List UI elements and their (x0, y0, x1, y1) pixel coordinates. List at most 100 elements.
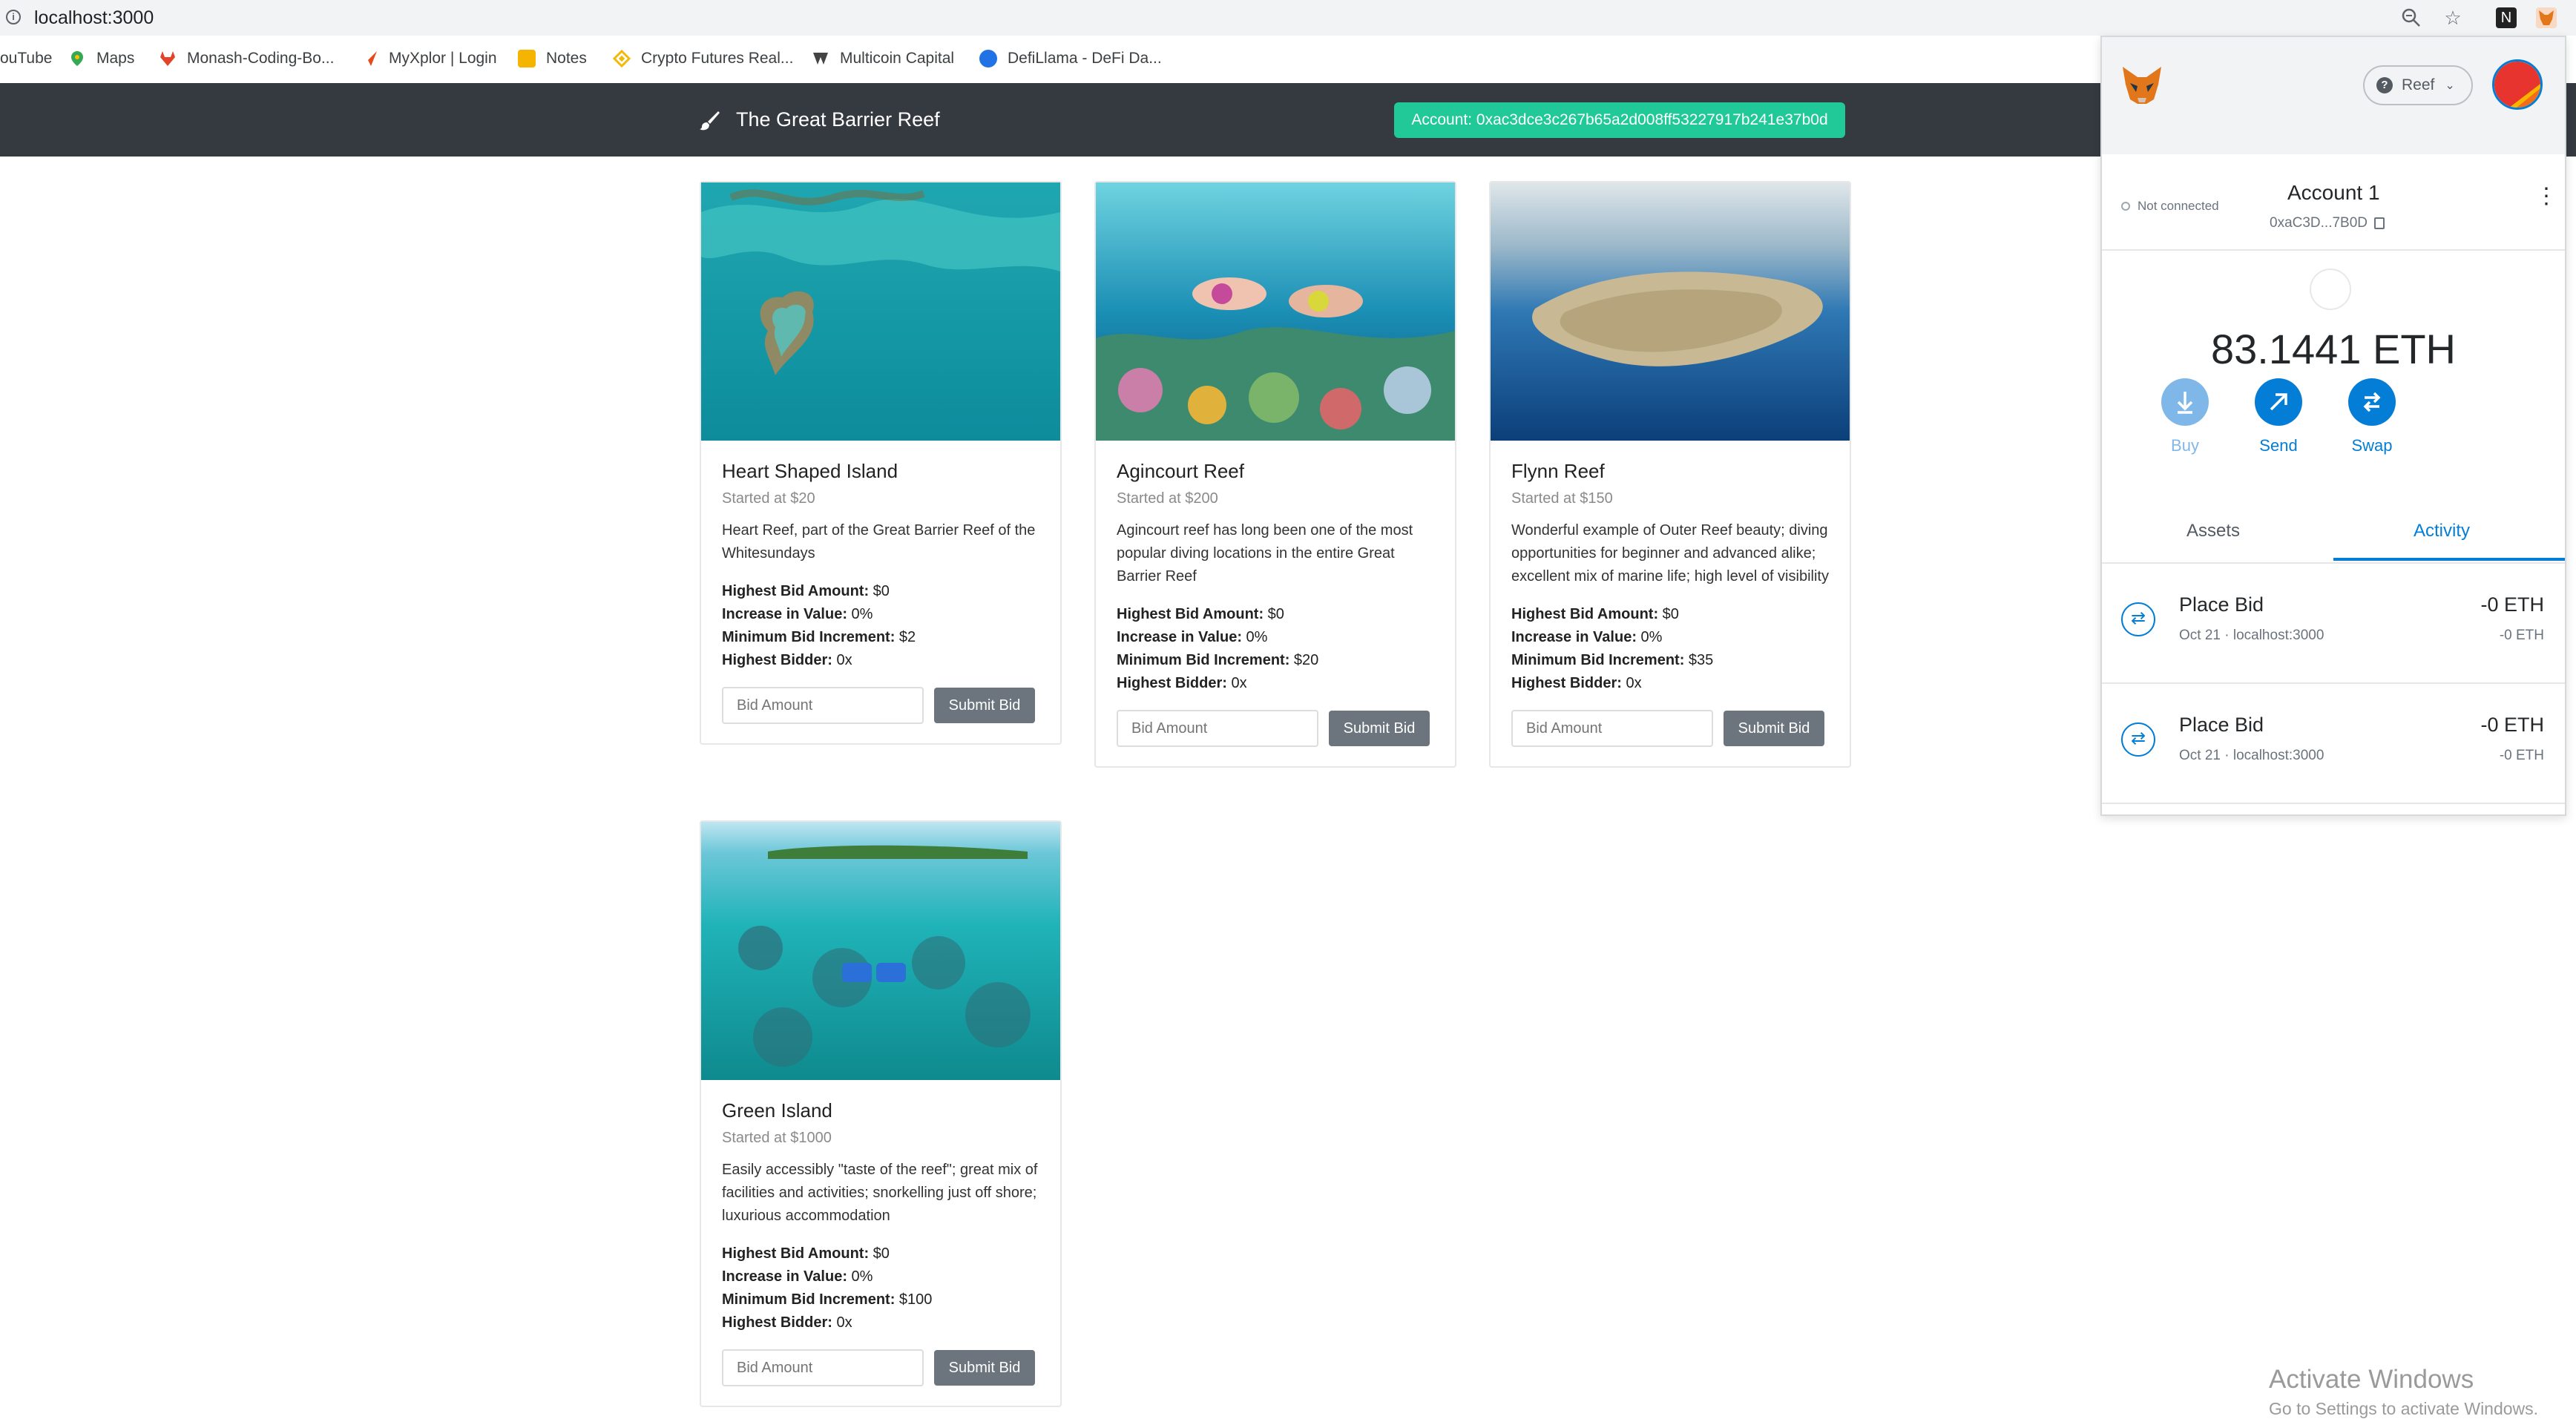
submit-bid-button[interactable]: Submit Bid (1329, 711, 1430, 746)
card-title: Heart Shaped Island (722, 460, 898, 482)
kebab-menu-icon[interactable]: ⋮ (2535, 185, 2557, 208)
address-bar[interactable]: i localhost:3000 ☆ N (0, 0, 2576, 36)
buy-button[interactable]: Buy (2148, 378, 2222, 455)
stat-value: 0x (1621, 675, 1642, 691)
increase-in-value: Increase in Value: 0% (1117, 626, 1434, 649)
token-icon (2310, 269, 2351, 310)
connection-status[interactable]: Not connected (2121, 199, 2219, 214)
stat-label: Minimum Bid Increment: (1511, 652, 1685, 668)
stat-label: Highest Bid Amount: (722, 583, 870, 599)
card-start-price: Started at $200 (1117, 490, 1218, 507)
stat-label: Highest Bid Amount: (1511, 606, 1659, 622)
bookmark-label: DefiLlama - DeFi Da... (1008, 50, 1162, 67)
stat-value: 0% (1636, 629, 1663, 645)
bookmark-maps[interactable]: Maps (68, 47, 134, 70)
card-start-price: Started at $150 (1511, 490, 1613, 507)
network-name: Reef (2402, 76, 2435, 93)
stat-label: Increase in Value: (1117, 629, 1242, 645)
highest-bid-amount: Highest Bid Amount: $0 (1511, 603, 1829, 626)
highest-bid-amount: Highest Bid Amount: $0 (722, 580, 1039, 603)
swap-icon (2348, 378, 2396, 426)
brand[interactable]: The Great Barrier Reef (699, 108, 940, 131)
notes-icon (518, 50, 536, 68)
stat-label: Minimum Bid Increment: (1117, 652, 1290, 668)
metamask-header: ? Reef ⌄ (2102, 37, 2565, 154)
bid-amount-input[interactable] (722, 687, 924, 724)
maps-icon (68, 50, 86, 68)
swap-button[interactable]: Swap (2335, 378, 2409, 455)
stat-value: 0% (847, 1268, 873, 1285)
account-address[interactable]: 0xaC3D...7B0D (2270, 215, 2385, 231)
transaction-item[interactable]: ⇄ Place Bid Oct 21 · localhost:3000 -0 E… (2102, 564, 2565, 684)
transaction-title: Place Bid (2179, 593, 2264, 616)
card-start-price: Started at $20 (722, 490, 815, 507)
bookmark-crypto-futures[interactable]: Crypto Futures Real... (612, 47, 793, 70)
bookmark-myxplor[interactable]: MyXplor | Login (361, 47, 497, 70)
network-selector[interactable]: ? Reef ⌄ (2363, 65, 2473, 105)
stat-label: Minimum Bid Increment: (722, 629, 896, 645)
bookmark-label: Multicoin Capital (840, 50, 955, 67)
stat-value: $2 (895, 629, 916, 645)
activate-windows-hint: Go to Settings to activate Windows. (2269, 1399, 2539, 1418)
stat-label: Increase in Value: (1511, 629, 1637, 645)
bookmark-label: Monash-Coding-Bo... (187, 50, 335, 67)
metamask-extension-icon[interactable] (2536, 7, 2557, 28)
card-title: Green Island (722, 1099, 832, 1122)
metamask-popup: ? Reef ⌄ Not connected Account 1 0xaC3D.… (2100, 36, 2566, 816)
transaction-item[interactable]: ⇄ Place Bid Oct 21 · localhost:3000 -0 E… (2102, 684, 2565, 804)
transaction-amount: -0 ETH (2480, 714, 2544, 736)
card-description: Agincourt reef has long been one of the … (1117, 522, 1413, 585)
reef-card: Flynn Reef Started at $150 Wonderful exa… (1489, 181, 1851, 768)
stat-value: $0 (869, 1245, 890, 1262)
account-avatar[interactable] (2492, 59, 2543, 110)
metamask-tabs: Assets Activity (2102, 503, 2565, 564)
card-description: Heart Reef, part of the Great Barrier Re… (722, 522, 1036, 562)
bookmark-label: ouTube (0, 50, 53, 67)
star-icon[interactable]: ☆ (2442, 7, 2463, 28)
send-button[interactable]: Send (2241, 378, 2316, 455)
reef-card: Heart Shaped Island Started at $20 Heart… (700, 181, 1062, 745)
swap-label: Swap (2351, 436, 2393, 455)
transaction-subtitle: Oct 21 · localhost:3000 (2179, 628, 2324, 643)
submit-bid-button[interactable]: Submit Bid (934, 1350, 1035, 1386)
account-badge: Account: 0xac3dce3c267b65a2d008ff5322791… (1394, 102, 1845, 138)
account-address-text: 0xaC3D...7B0D (2270, 215, 2368, 231)
stat-label: Highest Bidder: (1117, 675, 1227, 691)
bookmark-youtube[interactable]: ouTube (0, 47, 52, 70)
stat-value: $100 (895, 1291, 933, 1308)
stat-label: Increase in Value: (722, 1268, 847, 1285)
stat-value: 0x (1226, 675, 1247, 691)
tab-assets[interactable]: Assets (2186, 521, 2240, 541)
highest-bidder: Highest Bidder: 0x (722, 1311, 1039, 1334)
bookmark-notes[interactable]: Notes (518, 47, 587, 70)
bid-amount-input[interactable] (1511, 710, 1713, 747)
send-label: Send (2259, 436, 2298, 455)
bookmark-defillama[interactable]: DefiLlama - DeFi Da... (979, 47, 1162, 70)
reef-card: Green Island Started at $1000 Easily acc… (700, 820, 1062, 1407)
connection-status-label: Not connected (2138, 199, 2219, 213)
notion-extension-icon[interactable]: N (2496, 7, 2517, 28)
bookmark-label: Notes (546, 50, 587, 67)
url-text[interactable]: localhost:3000 (34, 7, 154, 29)
stat-value: $0 (1264, 606, 1284, 622)
submit-bid-button[interactable]: Submit Bid (1724, 711, 1824, 746)
binance-icon (612, 49, 631, 68)
submit-bid-button[interactable]: Submit Bid (934, 688, 1035, 723)
bookmark-monash[interactable]: Monash-Coding-Bo... (159, 47, 334, 70)
minimum-bid-increment: Minimum Bid Increment: $100 (722, 1288, 1039, 1311)
copy-icon[interactable] (2374, 217, 2385, 229)
transaction-amount: -0 ETH (2480, 593, 2544, 616)
stat-label: Increase in Value: (722, 606, 847, 622)
bid-amount-input[interactable] (1117, 710, 1318, 747)
bookmark-multicoin[interactable]: Multicoin Capital (812, 47, 954, 70)
status-dot-icon (2121, 202, 2130, 211)
help-icon: ? (2376, 77, 2393, 93)
stat-value: $0 (1658, 606, 1679, 622)
transaction-amount-secondary: -0 ETH (2499, 628, 2544, 643)
tab-activity[interactable]: Activity (2414, 521, 2470, 541)
highest-bidder: Highest Bidder: 0x (1511, 672, 1829, 695)
info-icon[interactable]: i (6, 10, 21, 24)
zoom-icon[interactable] (2401, 7, 2422, 28)
bid-amount-input[interactable] (722, 1349, 924, 1386)
increase-in-value: Increase in Value: 0% (722, 1265, 1039, 1288)
